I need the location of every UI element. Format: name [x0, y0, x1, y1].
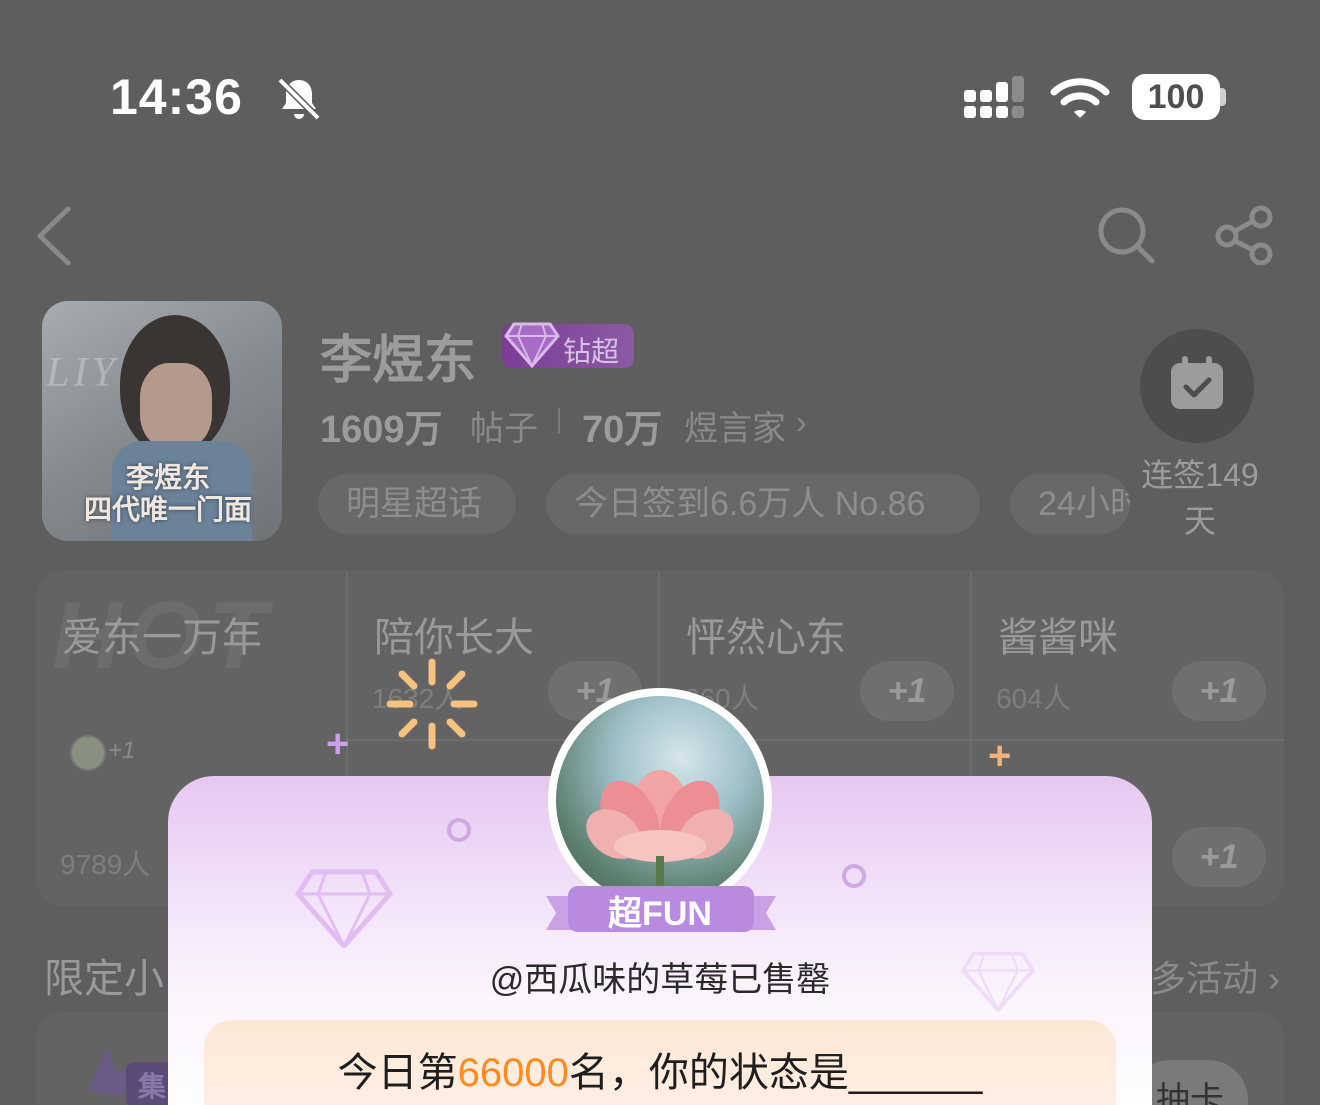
grid-divider	[348, 739, 1284, 741]
mini-plus-label: +1	[108, 737, 136, 764]
ring-decoration	[842, 864, 866, 888]
plus-one-button[interactable]: +1	[1172, 661, 1266, 721]
title-item-count: 604人	[996, 683, 1071, 714]
battery-tip	[1220, 88, 1226, 106]
posts-label: 帖子	[470, 410, 538, 448]
cover-caption-line-1: 李煜东	[125, 463, 210, 494]
cover-caption: 李煜东 四代唯一门面	[78, 463, 258, 527]
plus-decoration-icon: +	[988, 734, 1012, 778]
prompt-prefix: 今日第	[337, 1051, 458, 1095]
title-item-name[interactable]: 怦然心东	[686, 605, 846, 663]
cellular-signal-icon	[964, 76, 1024, 118]
title-item-name[interactable]: 酱酱咪	[998, 605, 1118, 663]
posts-count: 1609万	[320, 409, 443, 451]
mute-bell-icon	[277, 77, 321, 121]
collect-badge-text: 集	[137, 1070, 166, 1103]
collect-badge-icon: 集	[88, 1048, 172, 1105]
rank-number: 66000	[457, 1051, 569, 1095]
section-title: 限定小	[44, 957, 164, 1001]
user-handle[interactable]: @西瓜味的草莓已售罄	[168, 952, 1152, 1001]
fans-count[interactable]: 70万	[582, 398, 662, 453]
wifi-icon	[1050, 78, 1110, 118]
ring-decoration	[447, 818, 471, 842]
chevron-right-icon[interactable]: ›	[796, 404, 807, 441]
more-activity-link[interactable]: 多活动 ›	[1150, 950, 1280, 1002]
plus-one-button[interactable]: +1	[1172, 827, 1266, 887]
chip-category[interactable]: 明星超话	[318, 474, 516, 534]
ribbon-label: 超FUN	[608, 895, 712, 933]
plus-decoration-icon: +	[326, 722, 350, 766]
title-item-name[interactable]: 陪你长大	[374, 605, 534, 663]
cover-caption-line-2: 四代唯一门面	[83, 495, 252, 526]
share-icon[interactable]	[1214, 205, 1276, 265]
more-activity-label: 多活动	[1150, 958, 1259, 999]
user-avatar[interactable]	[548, 688, 772, 912]
stat-divider	[558, 408, 560, 434]
status-prompt-text: 今日第66000名，你的状态是______	[204, 1040, 1116, 1098]
badge-label: 钻超	[563, 336, 620, 367]
checkin-streak: 连签149天	[1141, 457, 1259, 539]
back-arrow-icon[interactable]	[34, 206, 74, 266]
lotus-avatar-image	[586, 770, 734, 904]
calendar-check-icon	[1171, 356, 1223, 409]
fans-label[interactable]: 煜言家	[684, 401, 786, 450]
title-item-name[interactable]: 爱东一万年	[62, 605, 262, 663]
chip-24h[interactable]: 24小时	[1010, 474, 1130, 534]
diamond-decoration-icon	[294, 869, 394, 948]
plus-one-button[interactable]: +1	[860, 661, 954, 721]
sparkle-icon	[386, 658, 478, 750]
avatar	[70, 735, 106, 771]
prompt-suffix: 名，你的状态是______	[568, 1051, 983, 1095]
title-item-count: 9789人	[60, 849, 151, 880]
search-icon[interactable]	[1096, 205, 1156, 265]
chip-checkin-stats[interactable]: 今日签到6.6万人 No.86	[546, 474, 980, 534]
diamond-icon	[504, 322, 560, 369]
topic-name: 李煜东	[320, 332, 477, 390]
status-time: 14:36	[110, 69, 243, 125]
battery-indicator: 100	[1132, 74, 1220, 120]
topic-cover-image[interactable]: LIY NG 李煜东 四代唯一门面	[42, 301, 282, 541]
